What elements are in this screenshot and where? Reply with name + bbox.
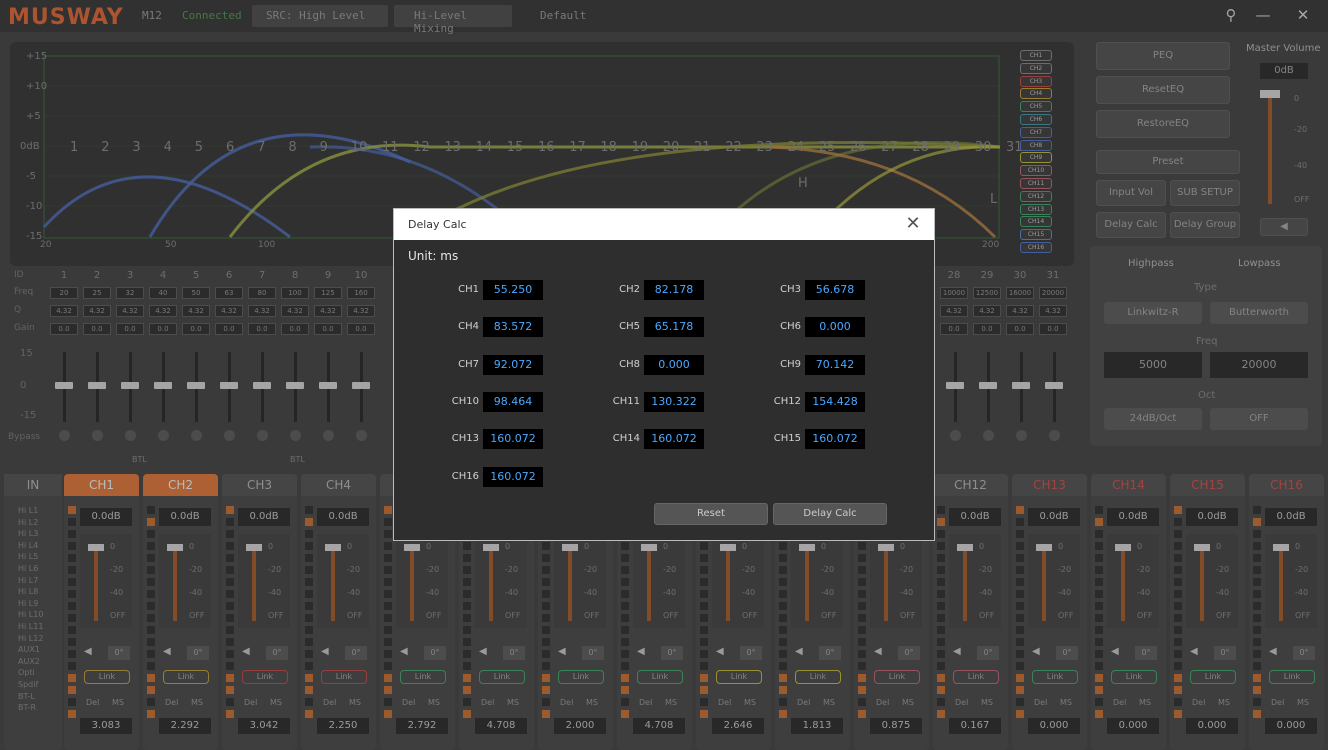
delay-channel-label: CH4	[458, 321, 479, 333]
delay-channel-label: CH2	[619, 284, 640, 295]
delay-channel-label: CH3	[780, 284, 801, 295]
delay-channel-value[interactable]: 82.178	[644, 280, 704, 300]
delay-channel-label: CH15	[773, 433, 801, 445]
reset-button[interactable]: Reset	[654, 503, 768, 525]
delay-channel-value[interactable]: 0.000	[644, 354, 704, 375]
unit-label: Unit: ms	[408, 249, 459, 263]
delay-calc-dialog: Delay Calc ✕ Unit: ms CH1 55.250 CH2 82.178…	[393, 208, 935, 541]
delay-channel-label: CH1	[458, 284, 479, 295]
delay-channel-label: CH8	[619, 358, 640, 370]
close-icon[interactable]: ✕	[902, 213, 924, 235]
delay-channel-value[interactable]: 160.072	[805, 429, 865, 450]
delay-channel-value[interactable]: 160.072	[644, 429, 704, 450]
delay-channel-value[interactable]: 92.072	[483, 354, 543, 375]
delay-channel-label: CH12	[773, 395, 801, 407]
delay-channel-value[interactable]: 160.072	[483, 429, 543, 450]
delay-channel-value[interactable]: 0.000	[805, 317, 865, 338]
app-window: MUSWAY M12 Connected SRC: High Level Hi-…	[0, 0, 1328, 750]
delay-channel-value[interactable]: 130.322	[644, 391, 704, 412]
delay-calc-run-button[interactable]: Delay Calc	[773, 503, 887, 525]
delay-channel-value[interactable]: 70.142	[805, 354, 865, 375]
delay-channel-label: CH5	[619, 321, 640, 333]
delay-channel-value[interactable]: 160.072	[483, 466, 543, 487]
dialog-title: Delay Calc	[408, 218, 467, 231]
delay-channel-value[interactable]: 56.678	[805, 280, 865, 300]
delay-channel-label: CH10	[451, 395, 479, 407]
delay-channel-value[interactable]: 154.428	[805, 391, 865, 412]
delay-channel-value[interactable]: 98.464	[483, 391, 543, 412]
delay-channel-label: CH16	[451, 470, 479, 482]
delay-channel-label: CH6	[780, 321, 801, 333]
delay-channel-label: CH11	[612, 395, 640, 407]
delay-channel-value[interactable]: 55.250	[483, 280, 543, 300]
delay-channel-label: CH9	[780, 358, 801, 370]
delay-channel-label: CH14	[612, 433, 640, 445]
delay-channel-label: CH13	[451, 433, 479, 445]
delay-channel-value[interactable]: 65.178	[644, 317, 704, 338]
dialog-title-bar: Delay Calc ✕	[394, 209, 934, 240]
delay-channel-label: CH7	[458, 358, 479, 370]
delay-channel-value[interactable]: 83.572	[483, 317, 543, 338]
